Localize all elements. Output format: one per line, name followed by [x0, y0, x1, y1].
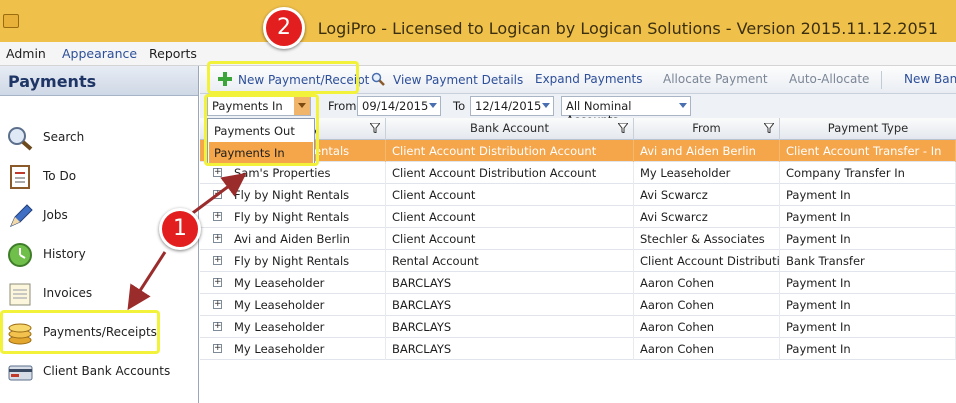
callout-badge-2: 2: [263, 7, 305, 49]
callout-arrow: [127, 172, 247, 311]
callout-badge-1: 1: [159, 208, 201, 250]
